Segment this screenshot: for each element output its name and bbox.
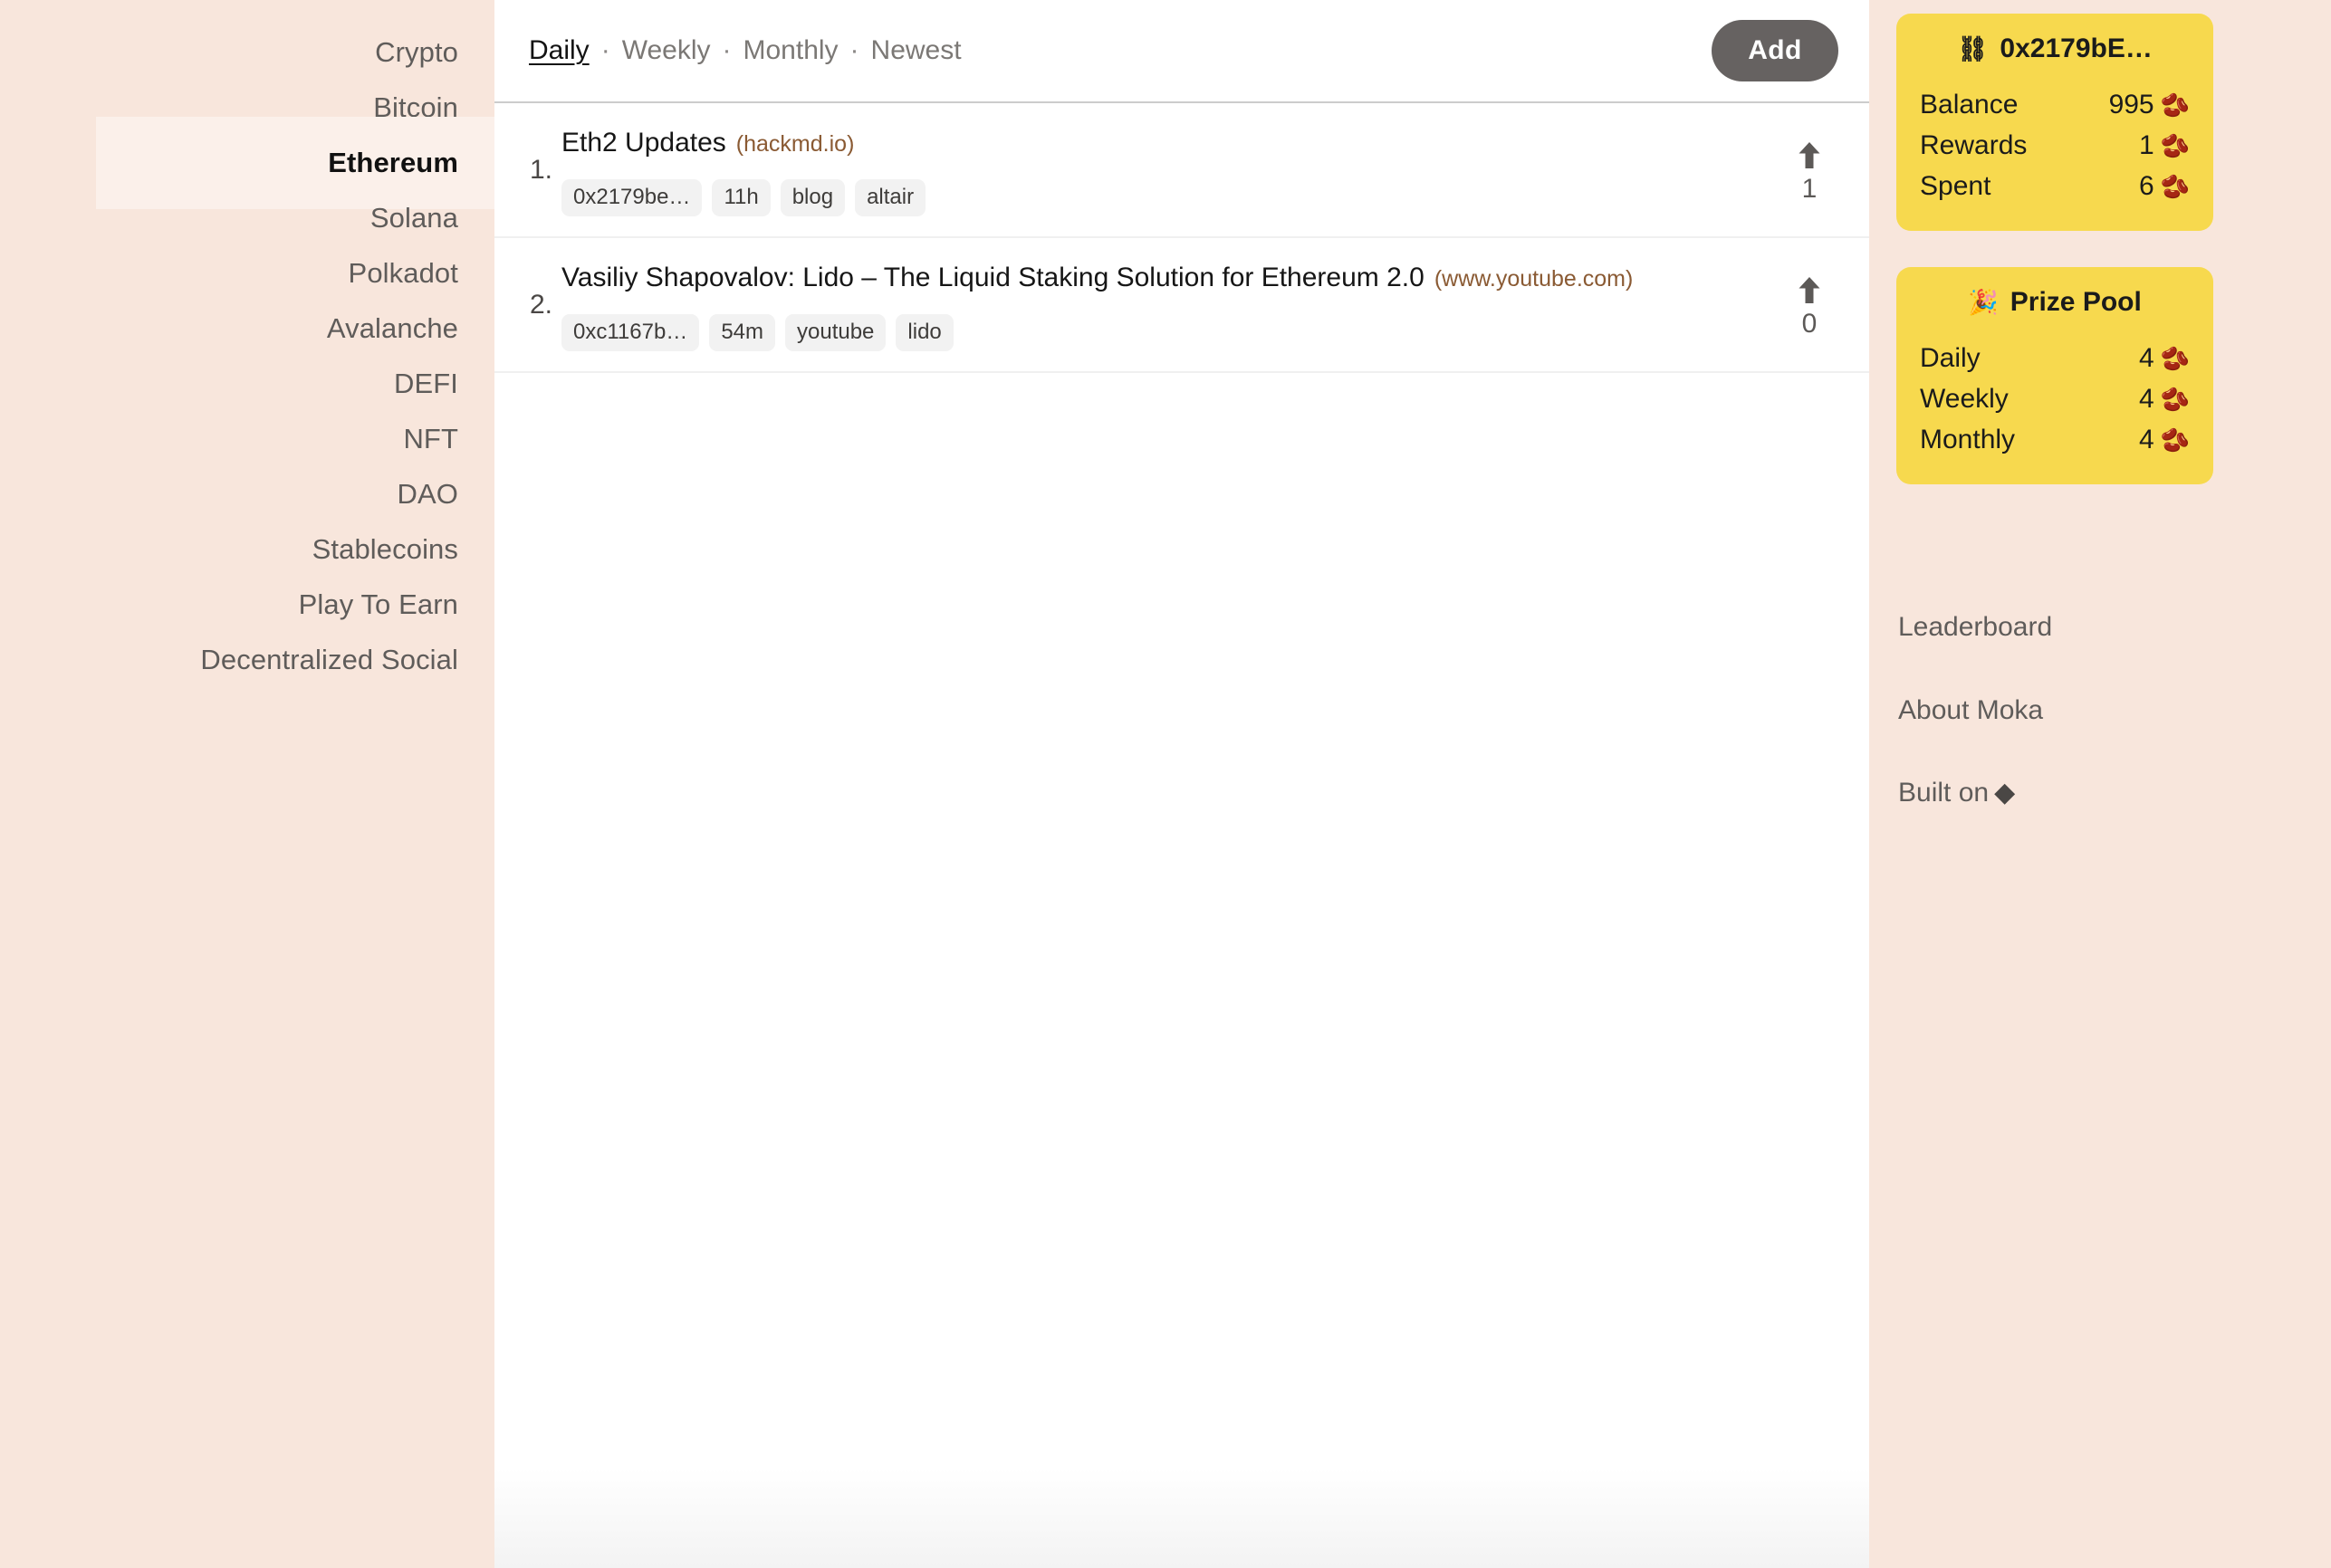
post-row: 1. Eth2 Updates (hackmd.io) 0x2179be… 11h blo… xyxy=(494,103,1869,238)
tab-separator: · xyxy=(722,35,732,65)
prize-pool-title: 🎉 Prize Pool xyxy=(1920,287,2190,318)
prize-row: Monthly 4 🫘 xyxy=(1920,420,2190,461)
sort-tabs: Daily · Weekly · Monthly · Newest xyxy=(529,0,962,101)
list-toolbar: Daily · Weekly · Monthly · Newest Add xyxy=(494,0,1869,103)
wallet-label: Spent xyxy=(1920,171,1991,201)
post-title-link[interactable]: Eth2 Updates xyxy=(561,128,726,158)
post-rank: 1. xyxy=(529,154,552,185)
post-tags: 0xc1167b… 54m youtube lido xyxy=(561,314,1750,351)
party-popper-icon: 🎉 xyxy=(1968,288,1999,316)
post-list: 1. Eth2 Updates (hackmd.io) 0x2179be… 11h blo… xyxy=(494,103,1869,373)
wallet-rows: Balance 995 🫘 Rewards 1 🫘 Spent 6 🫘 xyxy=(1920,85,2190,207)
prize-value: 4 xyxy=(2138,425,2154,454)
post-domain-link[interactable]: (hackmd.io) xyxy=(736,131,855,157)
post-age-tag[interactable]: 54m xyxy=(709,314,775,351)
upvote-arrow-icon[interactable] xyxy=(1798,141,1821,170)
tab-monthly[interactable]: Monthly xyxy=(743,35,839,66)
post-title-line: Eth2 Updates (hackmd.io) xyxy=(561,127,1750,167)
prize-value-group: 4 🫘 xyxy=(2139,384,2190,415)
wallet-value-group: 6 🫘 xyxy=(2139,171,2190,202)
wallet-label: Balance xyxy=(1920,90,2019,120)
wallet-value-group: 995 🫘 xyxy=(2109,90,2190,120)
about-moka-link[interactable]: About Moka xyxy=(1898,695,2043,726)
prize-value: 4 xyxy=(2138,384,2154,414)
coffee-bean-icon: 🫘 xyxy=(2160,173,2190,200)
prize-value-group: 4 🫘 xyxy=(2139,425,2190,455)
post-body: Eth2 Updates (hackmd.io) 0x2179be… 11h blog a… xyxy=(561,103,1750,236)
upvote-control[interactable]: 1 xyxy=(1750,103,1869,236)
sidebar-item-decentralized-social[interactable]: Decentralized Social xyxy=(96,614,494,706)
post-row: 2. Vasiliy Shapovalov: Lido – The Liquid … xyxy=(494,238,1869,373)
wallet-row: Spent 6 🫘 xyxy=(1920,167,2190,207)
prize-pool-card: 🎉 Prize Pool Daily 4 🫘 Weekly 4 🫘 Monthly 4 🫘 xyxy=(1896,267,2213,484)
wallet-value: 6 xyxy=(2138,171,2154,201)
wallet-row: Balance 995 🫘 xyxy=(1920,85,2190,126)
post-tag[interactable]: youtube xyxy=(785,314,887,351)
right-sidebar: ⛓ 0x2179bE… Balance 995 🫘 Rewards 1 🫘 Spent 6 🫘 … xyxy=(1869,0,2331,1568)
post-title-line: Vasiliy Shapovalov: Lido – The Liquid St… xyxy=(561,262,1750,302)
prize-value: 4 xyxy=(2138,343,2154,373)
prize-row: Daily 4 🫘 xyxy=(1920,339,2190,379)
wallet-address: 0x2179bE… xyxy=(2000,33,2153,63)
tab-separator: · xyxy=(600,35,610,65)
upvote-arrow-icon[interactable] xyxy=(1798,276,1821,305)
post-tags: 0x2179be… 11h blog altair xyxy=(561,179,1750,216)
category-sidebar: Crypto Bitcoin Ethereum Solana Polkadot Avala… xyxy=(0,0,494,1568)
panel-bottom-fade xyxy=(494,1468,1869,1568)
wallet-label: Rewards xyxy=(1920,130,2028,160)
post-body: Vasiliy Shapovalov: Lido – The Liquid St… xyxy=(561,238,1750,371)
coffee-bean-icon: 🫘 xyxy=(2160,386,2190,413)
built-on-label: Built on ◆ xyxy=(1898,777,2015,808)
built-on-text: Built on xyxy=(1898,778,1990,808)
wallet-card-title: ⛓ 0x2179bE… xyxy=(1920,33,2190,64)
tab-newest[interactable]: Newest xyxy=(871,35,962,66)
leaderboard-link[interactable]: Leaderboard xyxy=(1898,612,2052,643)
prize-pool-rows: Daily 4 🫘 Weekly 4 🫘 Monthly 4 🫘 xyxy=(1920,339,2190,461)
tab-weekly[interactable]: Weekly xyxy=(622,35,711,66)
post-age-tag[interactable]: 11h xyxy=(712,179,771,216)
coffee-bean-icon: 🫘 xyxy=(2160,426,2190,454)
prize-label: Weekly xyxy=(1920,384,2009,414)
tab-daily[interactable]: Daily xyxy=(529,35,590,66)
prize-row: Weekly 4 🫘 xyxy=(1920,379,2190,420)
post-tag[interactable]: altair xyxy=(855,179,926,216)
prize-label: Monthly xyxy=(1920,425,2016,454)
wallet-value: 1 xyxy=(2138,130,2154,160)
wallet-value: 995 xyxy=(2108,90,2154,120)
post-tag[interactable]: blog xyxy=(780,179,846,216)
prize-label: Daily xyxy=(1920,343,1981,373)
coffee-bean-icon: 🫘 xyxy=(2160,345,2190,372)
vote-count: 0 xyxy=(1801,308,1818,339)
sidebar-item-label: Decentralized Social xyxy=(200,644,458,675)
post-author-tag[interactable]: 0xc1167b… xyxy=(561,314,700,351)
upvote-arrow-icon xyxy=(1799,276,1820,303)
wallet-value-group: 1 🫘 xyxy=(2139,130,2190,161)
post-tag[interactable]: lido xyxy=(896,314,954,351)
post-title-link[interactable]: Vasiliy Shapovalov: Lido – The Liquid St… xyxy=(561,263,1424,292)
wallet-card[interactable]: ⛓ 0x2179bE… Balance 995 🫘 Rewards 1 🫘 Spent 6 🫘 xyxy=(1896,14,2213,231)
upvote-control[interactable]: 0 xyxy=(1750,238,1869,371)
post-author-tag[interactable]: 0x2179be… xyxy=(561,179,703,216)
ethereum-diamond-icon: ◆ xyxy=(1994,778,2016,808)
add-button[interactable]: Add xyxy=(1712,20,1838,81)
prize-pool-label: Prize Pool xyxy=(2010,287,2142,317)
coffee-bean-icon: 🫘 xyxy=(2160,91,2190,119)
vote-count: 1 xyxy=(1801,173,1818,204)
chains-icon: ⛓ xyxy=(1957,34,1989,62)
prize-value-group: 4 🫘 xyxy=(2139,343,2190,374)
wallet-row: Rewards 1 🫘 xyxy=(1920,126,2190,167)
post-rank: 2. xyxy=(529,289,552,320)
post-domain-link[interactable]: (www.youtube.com) xyxy=(1434,266,1634,292)
main-content-panel: Daily · Weekly · Monthly · Newest Add 1. Eth2 U… xyxy=(494,0,1869,1568)
upvote-arrow-icon xyxy=(1799,141,1820,168)
tab-separator: · xyxy=(849,35,859,65)
coffee-bean-icon: 🫘 xyxy=(2160,132,2190,159)
